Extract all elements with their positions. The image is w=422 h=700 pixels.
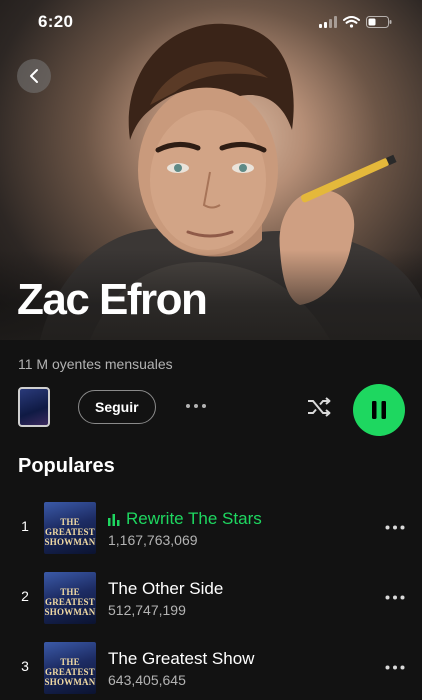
track-play-count: 1,167,763,069 [108,532,198,548]
artist-name: Zac Efron [17,275,208,324]
track-title: The Other Side [108,579,224,598]
track-more-button[interactable] [384,588,406,606]
track-number: 1 [21,518,29,534]
track-cover-art: THE GREATEST SHOWMAN [44,642,96,694]
artist-pick-cover[interactable] [18,387,50,427]
track-cover-art: THE GREATEST SHOWMAN [44,572,96,624]
artist-hero: 6:20 Zac Efron [0,0,422,340]
track-row[interactable]: 2 THE GREATEST SHOWMAN The Other Side 512,… [0,568,422,628]
track-number: 3 [21,658,29,674]
wifi-icon [343,16,360,28]
follow-button[interactable]: Seguir [78,390,156,424]
chevron-left-icon [30,69,38,83]
back-button[interactable] [17,59,51,93]
track-row[interactable]: 1 THE GREATEST SHOWMAN Rewrite The Stars 1… [0,498,422,558]
status-time: 6:20 [38,12,74,31]
shuffle-icon [308,397,331,417]
track-play-count: 643,405,645 [108,672,186,688]
more-options-button[interactable] [183,394,209,418]
track-play-count: 512,747,199 [108,602,186,618]
ellipsis-icon [186,404,206,408]
pause-button[interactable] [353,384,405,436]
ellipsis-icon [385,665,405,669]
monthly-listeners: 11 M oyentes mensuales [18,356,173,372]
status-bar: 6:20 [0,0,422,44]
pause-icon [372,401,386,419]
signal-icon [319,16,337,28]
track-title: Rewrite The Stars [126,509,262,528]
track-number: 2 [21,588,29,604]
popular-section-title: Populares [18,455,115,477]
ellipsis-icon [385,525,405,529]
status-icons [319,16,392,28]
battery-icon [366,16,392,28]
track-cover-art: THE GREATEST SHOWMAN [44,502,96,554]
artist-controls: Seguir [0,384,422,436]
shuffle-button[interactable] [304,392,334,422]
track-more-button[interactable] [384,518,406,536]
track-more-button[interactable] [384,658,406,676]
ellipsis-icon [385,595,405,599]
track-title: The Greatest Show [108,649,255,668]
track-row[interactable]: 3 THE GREATEST SHOWMAN The Greatest Show 6… [0,638,422,698]
